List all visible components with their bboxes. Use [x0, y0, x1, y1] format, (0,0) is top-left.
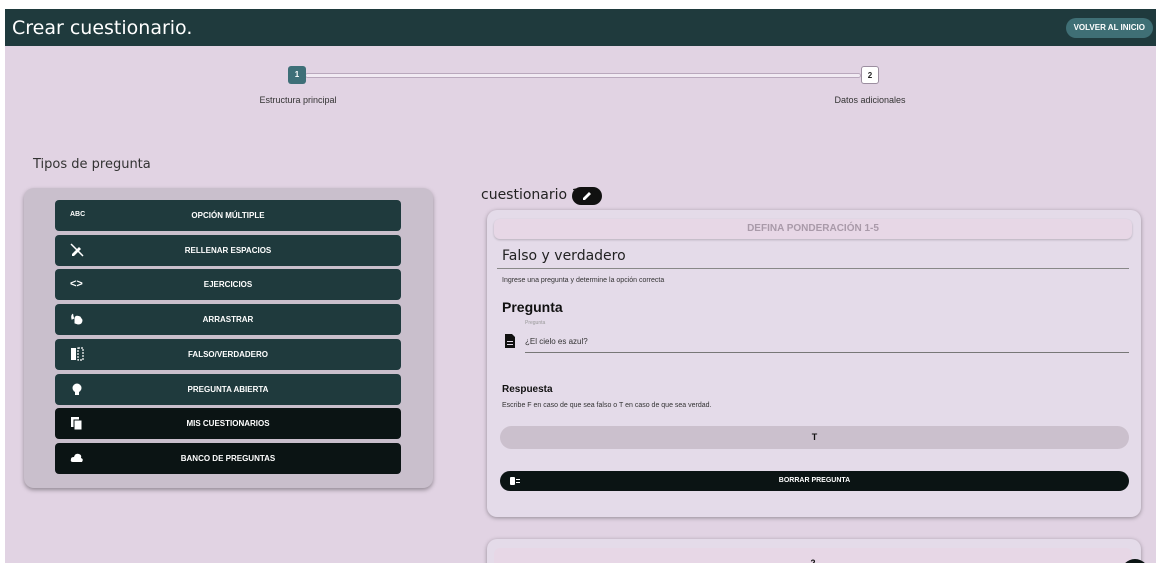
question-bank-button[interactable]: BANCO DE PREGUNTAS [55, 443, 401, 474]
button-label: BANCO DE PREGUNTAS [180, 454, 276, 463]
quiz-name: cuestionario 1 [481, 187, 581, 203]
answer-hint: Escribe F en caso de que sea falso o T e… [502, 402, 712, 409]
step-2-label: Datos adicionales [834, 95, 906, 105]
button-label: EJERCICIOS [203, 280, 253, 289]
exercises-button[interactable]: <> EJERCICIOS [55, 269, 401, 300]
true-false-button[interactable]: FALSO/VERDADERO [55, 339, 401, 370]
question-input[interactable]: ¿El cielo es azul? [525, 337, 588, 346]
divider [497, 268, 1129, 269]
fill-blanks-button[interactable]: RELLENAR ESPACIOS [55, 235, 401, 266]
question-hint: Ingrese una pregunta y determine la opci… [502, 277, 665, 284]
answer-input[interactable]: T [500, 426, 1129, 449]
stepper-track [305, 73, 861, 78]
question-heading: Pregunta [502, 299, 563, 315]
question-card-2: 2 [487, 539, 1141, 563]
delete-icon [510, 477, 520, 485]
button-label: OPCIÓN MÚLTIPLE [191, 211, 265, 220]
button-label: MIS CUESTIONARIOS [186, 419, 270, 428]
button-label: ARRASTRAR [202, 315, 254, 324]
top-bar: Crear cuestionario. VOLVER AL INICIO [5, 9, 1156, 46]
question-types-panel: ABC OPCIÓN MÚLTIPLE RELLENAR ESPACIOS <>… [24, 188, 433, 488]
question-input-underline [525, 352, 1129, 353]
document-icon [505, 334, 515, 348]
multiple-choice-button[interactable]: ABC OPCIÓN MÚLTIPLE [55, 200, 401, 231]
back-home-button[interactable]: VOLVER AL INICIO [1065, 18, 1153, 38]
step-1[interactable]: 1 [288, 66, 306, 84]
step-2[interactable]: 2 [861, 66, 879, 84]
my-quizzes-button[interactable]: MIS CUESTIONARIOS [55, 408, 401, 439]
open-question-button[interactable]: PREGUNTA ABIERTA [55, 374, 401, 405]
weight-field[interactable]: DEFINA PONDERACIÓN 1-5 [494, 219, 1132, 239]
button-label: BORRAR PREGUNTA [778, 477, 851, 484]
delete-question-button[interactable]: BORRAR PREGUNTA [500, 471, 1129, 491]
weight-field-2[interactable]: 2 [494, 548, 1132, 563]
step-1-label: Estructura principal [259, 95, 337, 105]
edit-quiz-name-button[interactable] [572, 187, 602, 205]
page-title: Crear cuestionario. [12, 17, 193, 39]
question-type-title: Falso y verdadero [502, 248, 626, 264]
question-field-label: Pregunta [525, 320, 546, 326]
pencil-icon [583, 192, 591, 200]
page: Crear cuestionario. VOLVER AL INICIO 1 2… [5, 9, 1156, 563]
button-label: FALSO/VERDADERO [187, 350, 268, 359]
question-card: DEFINA PONDERACIÓN 1-5 Falso y verdadero… [487, 210, 1141, 517]
button-label: PREGUNTA ABIERTA [187, 385, 269, 394]
drag-button[interactable]: ARRASTRAR [55, 304, 401, 335]
button-label: RELLENAR ESPACIOS [184, 246, 272, 255]
answer-heading: Respuesta [502, 384, 553, 395]
question-types-title: Tipos de pregunta [33, 157, 151, 172]
